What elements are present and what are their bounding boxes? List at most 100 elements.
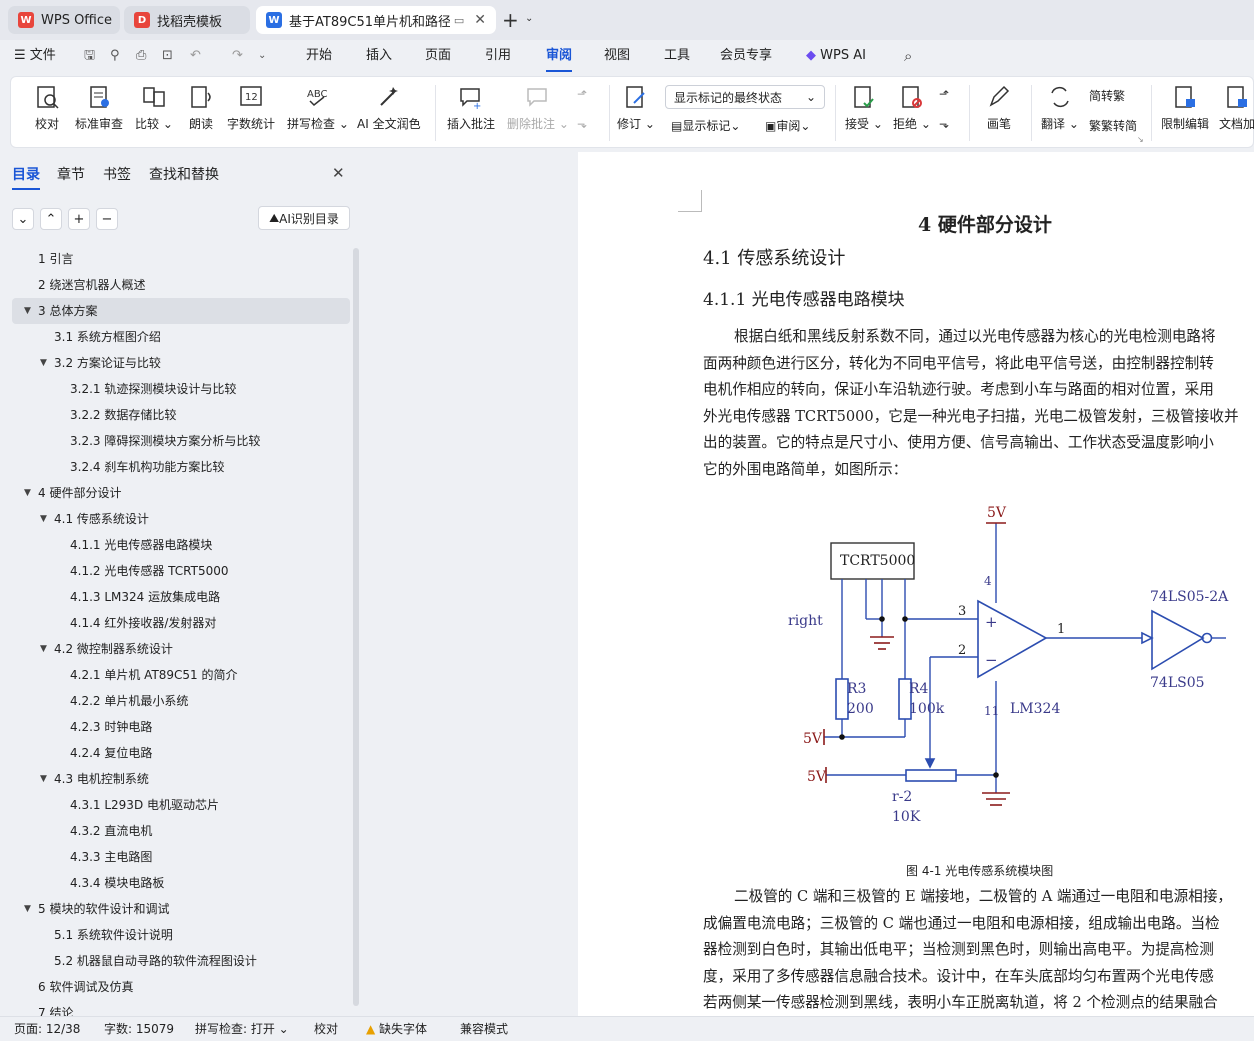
- toc-item[interactable]: 6 软件调试及仿真: [0, 974, 350, 1000]
- reject-button[interactable]: 拒绝 ⌄: [893, 83, 931, 132]
- toc-item[interactable]: 4.3.4 模块电路板: [0, 870, 350, 896]
- close-pane-icon[interactable]: ✕: [332, 164, 345, 182]
- toc-scrollbar[interactable]: [353, 248, 359, 1006]
- share-icon[interactable]: ⚲: [110, 40, 120, 72]
- tab-toc[interactable]: 目录: [12, 164, 40, 190]
- toc-item[interactable]: 4.1.1 光电传感器电路模块: [0, 532, 350, 558]
- toc-item[interactable]: 4.1.2 光电传感器 TCRT5000: [0, 558, 350, 584]
- menu-references[interactable]: 引用: [485, 40, 511, 72]
- proof-indicator[interactable]: 校对: [314, 1017, 338, 1041]
- insert-comment-button[interactable]: + 插入批注: [447, 83, 495, 132]
- expand-arrow-icon[interactable]: ▼: [24, 896, 31, 922]
- compat-mode-indicator[interactable]: 兼容模式: [460, 1017, 508, 1041]
- expand-arrow-icon[interactable]: ▼: [40, 766, 47, 792]
- add-level-button[interactable]: +: [68, 208, 90, 230]
- previous-change-icon[interactable]: ⬏: [939, 87, 949, 101]
- toc-item[interactable]: 1 引言: [0, 246, 350, 272]
- tab-current-document[interactable]: W 基于AT89C51单片机和路径规 ▭ ✕: [256, 6, 496, 34]
- tab-bookmarks[interactable]: 书签: [103, 164, 131, 184]
- pen-button[interactable]: 画笔: [985, 83, 1013, 132]
- search-icon[interactable]: ⌕: [904, 40, 912, 72]
- toc-item[interactable]: 7 结论: [0, 1000, 350, 1016]
- new-tab-icon[interactable]: +: [502, 8, 519, 32]
- chevron-down-icon[interactable]: ⌄: [525, 13, 533, 24]
- toc-item[interactable]: 3.2.1 轨迹探测模块设计与比较: [0, 376, 350, 402]
- toc-item[interactable]: ▼ 3 总体方案: [12, 298, 350, 324]
- menu-review[interactable]: 审阅: [546, 40, 573, 72]
- expand-group-icon[interactable]: ↘: [1137, 135, 1144, 144]
- undo-icon[interactable]: ↶: [190, 40, 201, 72]
- spell-check-indicator[interactable]: 拼写检查: 打开 ⌄: [195, 1017, 289, 1041]
- track-changes-button[interactable]: 修订 ⌄: [617, 83, 655, 132]
- doc-encrypt-button[interactable]: 文档加: [1219, 83, 1254, 132]
- toc-item[interactable]: ▼ 4 硬件部分设计: [0, 480, 350, 506]
- tab-docer-templates[interactable]: D 找稻壳模板: [124, 6, 250, 34]
- toc-item[interactable]: ▼ 4.3 电机控制系统: [0, 766, 350, 792]
- delete-comment-button[interactable]: 删除批注 ⌄: [507, 83, 569, 132]
- menu-file[interactable]: ☰ 文件: [14, 40, 56, 72]
- word-count-indicator[interactable]: 字数: 15079: [104, 1017, 174, 1041]
- proofread-button[interactable]: 校对: [33, 83, 61, 132]
- expand-arrow-icon[interactable]: ▼: [24, 298, 31, 324]
- restrict-edit-button[interactable]: 限制编辑: [1161, 83, 1209, 132]
- next-change-icon[interactable]: ⬎: [939, 117, 949, 131]
- toc-item[interactable]: 4.2.3 时钟电路: [0, 714, 350, 740]
- toc-item[interactable]: 2 绕迷宫机器人概述: [0, 272, 350, 298]
- toc-item[interactable]: 4.2.1 单片机 AT89C51 的简介: [0, 662, 350, 688]
- menu-insert[interactable]: 插入: [366, 40, 392, 72]
- menu-wps-ai[interactable]: ◆ WPS AI: [806, 40, 866, 72]
- review-pane-button[interactable]: ▣ 审阅 ⌄: [765, 117, 810, 134]
- expand-arrow-icon[interactable]: ▼: [40, 636, 47, 662]
- print-preview-icon[interactable]: ⊡: [162, 40, 173, 72]
- toc-item[interactable]: 4.2.4 复位电路: [0, 740, 350, 766]
- menu-view[interactable]: 视图: [604, 40, 630, 72]
- tab-wps-office[interactable]: W WPS Office: [8, 6, 120, 34]
- save-icon[interactable]: 🖫: [84, 40, 95, 72]
- missing-font-indicator[interactable]: ▲ 缺失字体: [366, 1017, 427, 1041]
- remove-level-button[interactable]: −: [96, 208, 118, 230]
- toc-item[interactable]: 5.1 系统软件设计说明: [0, 922, 350, 948]
- redo-icon[interactable]: ↷: [232, 40, 243, 72]
- toc-item[interactable]: 5.2 机器鼠自动寻路的软件流程图设计: [0, 948, 350, 974]
- print-icon[interactable]: ⎙: [136, 40, 146, 72]
- next-comment-icon[interactable]: ⬎: [577, 117, 587, 131]
- toc-item[interactable]: 4.1.4 红外接收器/发射器对: [0, 610, 350, 636]
- standard-review-button[interactable]: 标准审查: [75, 83, 123, 132]
- ai-polish-button[interactable]: AI 全文润色: [357, 83, 421, 132]
- compare-button[interactable]: 比较 ⌄: [135, 83, 173, 132]
- word-count-button[interactable]: 12 字数统计: [227, 83, 275, 132]
- menu-page[interactable]: 页面: [425, 40, 451, 72]
- show-markup-button[interactable]: ▤ 显示标记 ⌄: [671, 117, 740, 134]
- previous-comment-icon[interactable]: ⬏: [577, 87, 587, 101]
- menu-member[interactable]: 会员专享: [720, 40, 772, 72]
- to-simplified-button[interactable]: 繁 繁转简: [1089, 117, 1137, 134]
- toc-item[interactable]: 4.2.2 单片机最小系统: [0, 688, 350, 714]
- collapse-all-button[interactable]: ⌄: [12, 208, 34, 230]
- toc-item[interactable]: ▼ 5 模块的软件设计和调试: [0, 896, 350, 922]
- to-traditional-button[interactable]: 简 转繁: [1089, 87, 1125, 104]
- toc-item[interactable]: ▼ 4.1 传感系统设计: [0, 506, 350, 532]
- toc-item[interactable]: ▼ 3.2 方案论证与比较: [0, 350, 350, 376]
- document-canvas[interactable]: 4 硬件部分设计 4.1 传感系统设计 4.1.1 光电传感器电路模块 根据白纸…: [578, 152, 1254, 1016]
- quick-access-dropdown-icon[interactable]: ⌄: [258, 40, 266, 72]
- close-tab-icon[interactable]: ✕: [474, 12, 486, 28]
- read-aloud-button[interactable]: 朗读: [187, 83, 215, 132]
- menu-home[interactable]: 开始: [306, 40, 332, 72]
- translate-button[interactable]: 翻译 ⌄: [1041, 83, 1079, 132]
- tab-chapters[interactable]: 章节: [57, 164, 85, 184]
- expand-arrow-icon[interactable]: ▼: [40, 350, 47, 376]
- toc-item[interactable]: 4.3.2 直流电机: [0, 818, 350, 844]
- spell-check-button[interactable]: ABC 拼写检查 ⌄: [287, 83, 349, 132]
- tab-find-replace[interactable]: 查找和替换: [149, 164, 219, 184]
- toc-item[interactable]: 3.2.2 数据存储比较: [0, 402, 350, 428]
- accept-button[interactable]: 接受 ⌄: [845, 83, 883, 132]
- ai-toc-button[interactable]: ⛰ AI识别目录: [258, 206, 350, 230]
- menu-tools[interactable]: 工具: [664, 40, 690, 72]
- display-state-select[interactable]: 显示标记的最终状态 ⌄: [665, 85, 825, 109]
- expand-up-button[interactable]: ⌃: [40, 208, 62, 230]
- toc-item[interactable]: 4.3.1 L293D 电机驱动芯片: [0, 792, 350, 818]
- toc-item[interactable]: 4.1.3 LM324 运放集成电路: [0, 584, 350, 610]
- toc-item[interactable]: 3.2.4 刹车机构功能方案比较: [0, 454, 350, 480]
- toc-item[interactable]: 3.1 系统方框图介绍: [0, 324, 350, 350]
- expand-arrow-icon[interactable]: ▼: [24, 480, 31, 506]
